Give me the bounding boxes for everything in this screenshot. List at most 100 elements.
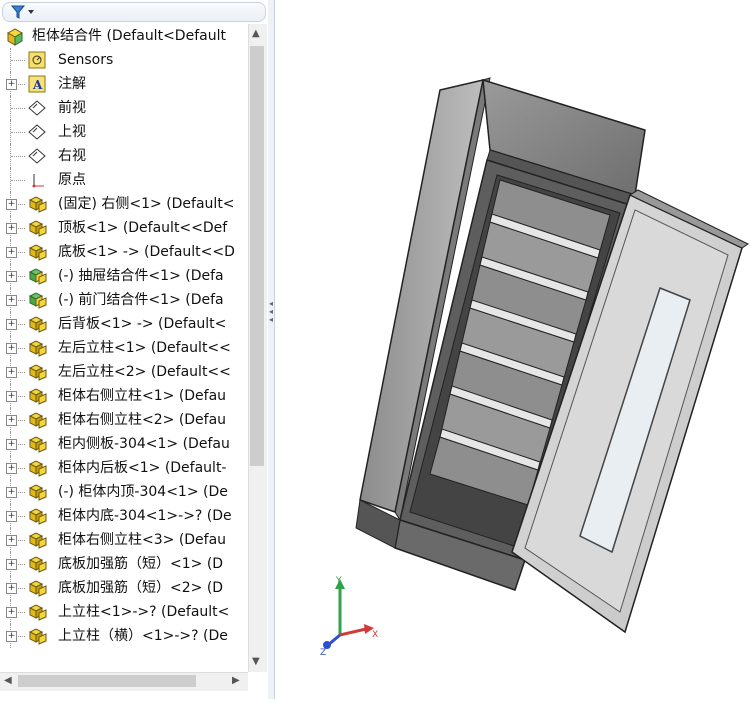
tree-item[interactable]: + 左后立柱<1> (Default<< bbox=[0, 336, 248, 360]
tree-item-label: 柜内侧板-304<1> (Defau bbox=[58, 436, 230, 452]
tree-item-label: 上立柱<1>->? (Default< bbox=[58, 604, 230, 620]
tree-item[interactable]: + A 注解 bbox=[0, 72, 248, 96]
tree-connector-branch bbox=[11, 156, 25, 157]
tree-item-label: 底板加强筋（短）<1> (D bbox=[58, 556, 224, 572]
tree-item[interactable]: + 顶板<1> (Default<<Def bbox=[0, 216, 248, 240]
tree-item-label: 原点 bbox=[58, 172, 86, 188]
expand-icon[interactable]: + bbox=[6, 367, 17, 378]
tree-item-label: 右视 bbox=[58, 148, 86, 164]
sensor-icon bbox=[28, 51, 46, 69]
tree-item-label: 顶板<1> (Default<<Def bbox=[58, 220, 228, 236]
tree-item-label: 底板<1> -> (Default<<D bbox=[58, 244, 235, 260]
part-icon bbox=[28, 411, 47, 429]
part-icon bbox=[28, 435, 47, 453]
tree-item[interactable]: + 柜体右侧立柱<2> (Defau bbox=[0, 408, 248, 432]
tree-connector-branch bbox=[11, 108, 25, 109]
subassembly-icon bbox=[28, 291, 47, 309]
tree-item-label: (-) 抽屉结合件<1> (Defa bbox=[58, 268, 224, 284]
tree-connector-branch bbox=[11, 132, 25, 133]
tree-item[interactable]: + (-) 抽屉结合件<1> (Defa bbox=[0, 264, 248, 288]
feature-tree: 柜体结合件 (Default<Default Sensors + A 注解 前视上视右视… bbox=[0, 24, 248, 672]
expand-icon[interactable]: + bbox=[6, 583, 17, 594]
scroll-down-icon[interactable]: ▼ bbox=[252, 656, 260, 667]
tree-item[interactable]: + 柜体右侧立柱<3> (Defau bbox=[0, 528, 248, 552]
tree-item[interactable]: + 柜内侧板-304<1> (Defau bbox=[0, 432, 248, 456]
part-icon bbox=[28, 531, 47, 549]
part-icon bbox=[28, 219, 47, 237]
subassembly-icon bbox=[28, 267, 47, 285]
tree-item[interactable]: + (-) 柜体内顶-304<1> (De bbox=[0, 480, 248, 504]
expand-icon[interactable]: + bbox=[6, 415, 17, 426]
expand-icon[interactable]: + bbox=[6, 295, 17, 306]
vertical-scroll-thumb[interactable] bbox=[250, 46, 264, 466]
scroll-right-icon[interactable]: ▶ bbox=[232, 675, 240, 686]
part-icon bbox=[28, 627, 47, 645]
collapse-grip-icon[interactable]: ◂ ◂ ◂ bbox=[268, 300, 274, 336]
part-icon bbox=[28, 459, 47, 477]
scroll-up-icon[interactable]: ▲ bbox=[252, 28, 260, 39]
tree-item[interactable]: + 柜体内底-304<1>->? (De bbox=[0, 504, 248, 528]
scroll-left-icon[interactable]: ◀ bbox=[4, 675, 12, 686]
part-icon bbox=[28, 603, 47, 621]
expand-icon[interactable]: + bbox=[6, 343, 17, 354]
x-axis-icon bbox=[339, 627, 367, 637]
filter-bar[interactable] bbox=[2, 2, 266, 22]
tree-item[interactable]: 上视 bbox=[0, 120, 248, 144]
part-icon bbox=[28, 195, 47, 213]
tree-item[interactable]: + 上立柱（横）<1>->? (De bbox=[0, 624, 248, 648]
horizontal-scroll-thumb[interactable] bbox=[18, 675, 196, 687]
expand-icon[interactable]: + bbox=[6, 487, 17, 498]
part-icon bbox=[28, 243, 47, 261]
tree-item[interactable]: + 底板加强筋（短）<1> (D bbox=[0, 552, 248, 576]
expand-icon[interactable]: + bbox=[6, 511, 17, 522]
tree-item[interactable]: + 底板加强筋（短）<2> (D bbox=[0, 576, 248, 600]
tree-item-label: 注解 bbox=[58, 76, 86, 92]
expand-icon[interactable]: + bbox=[6, 223, 17, 234]
tree-item[interactable]: 前视 bbox=[0, 96, 248, 120]
expand-icon[interactable]: + bbox=[6, 631, 17, 642]
part-icon bbox=[28, 387, 47, 405]
tree-item[interactable]: + 柜体右侧立柱<1> (Defau bbox=[0, 384, 248, 408]
plane-icon bbox=[28, 147, 46, 165]
feature-manager-panel: 柜体结合件 (Default<Default Sensors + A 注解 前视上视右视… bbox=[0, 0, 269, 699]
tree-item[interactable]: 右视 bbox=[0, 144, 248, 168]
tree-item-label: 柜体内底-304<1>->? (De bbox=[58, 508, 232, 524]
part-icon bbox=[28, 339, 47, 357]
tree-item[interactable]: + (-) 前门结合件<1> (Defa bbox=[0, 288, 248, 312]
tree-item[interactable]: + 后背板<1> -> (Default< bbox=[0, 312, 248, 336]
expand-icon[interactable]: + bbox=[6, 319, 17, 330]
expand-icon[interactable]: + bbox=[6, 559, 17, 570]
tree-item[interactable]: Sensors bbox=[0, 48, 248, 72]
expand-icon[interactable]: + bbox=[6, 79, 17, 90]
tree-item[interactable]: + 柜体内后板<1> (Default- bbox=[0, 456, 248, 480]
assembly-icon bbox=[6, 27, 24, 46]
expand-icon[interactable]: + bbox=[6, 439, 17, 450]
tree-item-label: Sensors bbox=[58, 52, 114, 68]
panel-splitter[interactable] bbox=[268, 0, 275, 699]
tree-item-label: 柜体内后板<1> (Default- bbox=[58, 460, 227, 476]
tree-item-label: 上立柱（横）<1>->? (De bbox=[58, 628, 228, 644]
tree-item[interactable]: + 左后立柱<2> (Default<< bbox=[0, 360, 248, 384]
expand-icon[interactable]: + bbox=[6, 607, 17, 618]
tree-item-label: 上视 bbox=[58, 124, 86, 140]
tree-item[interactable]: + (固定) 右侧<1> (Default< bbox=[0, 192, 248, 216]
tree-item[interactable]: + 上立柱<1>->? (Default< bbox=[0, 600, 248, 624]
expand-icon[interactable]: + bbox=[6, 247, 17, 258]
tree-root[interactable]: 柜体结合件 (Default<Default bbox=[0, 24, 248, 48]
expand-icon[interactable]: + bbox=[6, 391, 17, 402]
filter-icon bbox=[10, 5, 34, 19]
tree-item-label: 左后立柱<2> (Default<< bbox=[58, 364, 231, 380]
expand-icon[interactable]: + bbox=[6, 463, 17, 474]
expand-icon[interactable]: + bbox=[6, 535, 17, 546]
plane-icon bbox=[28, 99, 46, 117]
expand-icon[interactable]: + bbox=[6, 199, 17, 210]
tree-item-label: 柜体右侧立柱<1> (Defau bbox=[58, 388, 227, 404]
expand-icon[interactable]: + bbox=[6, 271, 17, 282]
part-icon bbox=[28, 483, 47, 501]
tree-item[interactable]: 原点 bbox=[0, 168, 248, 192]
tree-connector-branch bbox=[11, 60, 25, 61]
tree-item-label: (-) 柜体内顶-304<1> (De bbox=[58, 484, 228, 500]
tree-item[interactable]: + 底板<1> -> (Default<<D bbox=[0, 240, 248, 264]
filter-button[interactable] bbox=[9, 4, 45, 20]
part-icon bbox=[28, 363, 47, 381]
